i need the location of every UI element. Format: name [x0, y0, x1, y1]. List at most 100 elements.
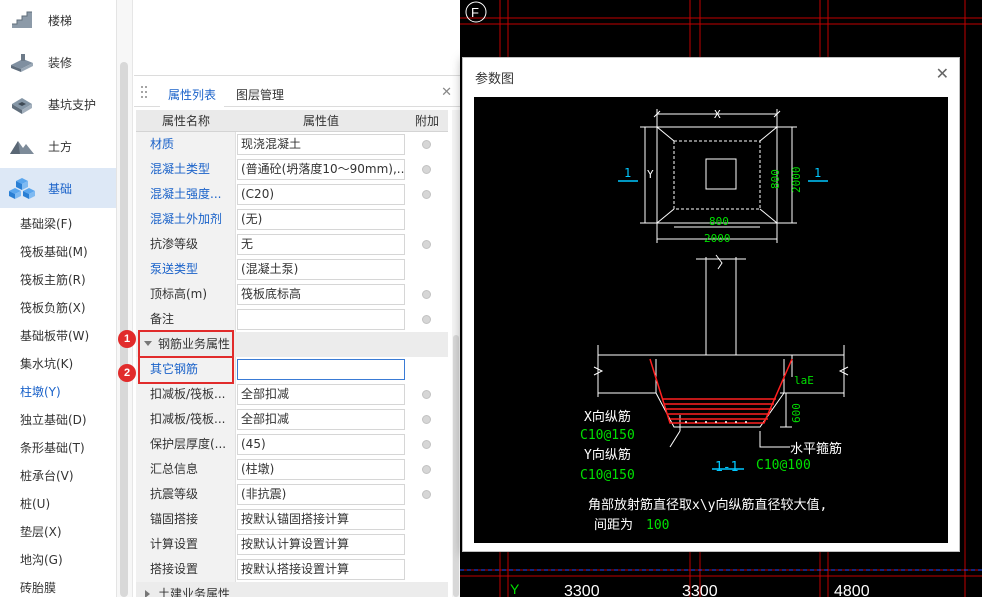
- property-value[interactable]: 筏板底标高: [237, 284, 405, 305]
- property-name: 混凝土强度...: [136, 182, 236, 207]
- nav-item-foundation-beam[interactable]: 基础梁(F): [20, 214, 72, 234]
- extra-toggle-icon[interactable]: [422, 490, 431, 499]
- nav-item-strip-footing[interactable]: 条形基础(T): [20, 438, 85, 458]
- nav-category-foundation[interactable]: 基础: [0, 168, 116, 208]
- extra-toggle-icon[interactable]: [422, 415, 431, 424]
- property-name: 抗渗等级: [136, 232, 236, 257]
- property-name: 泵送类型: [136, 257, 236, 282]
- property-value[interactable]: (混凝土泵): [237, 259, 405, 280]
- property-value[interactable]: (无): [237, 209, 405, 230]
- left-nav-scrollbar[interactable]: [117, 0, 133, 597]
- axis-f-label: F: [471, 5, 479, 20]
- property-name: 搭接设置: [136, 557, 236, 582]
- property-value[interactable]: [237, 359, 405, 380]
- upper-blank-panel: [134, 0, 460, 76]
- dim-2000-vertical: 2000: [790, 167, 803, 194]
- column-header-extra: 附加: [414, 114, 439, 128]
- group-label: 土建业务属性: [158, 587, 231, 597]
- extra-toggle-icon[interactable]: [422, 290, 431, 299]
- parameter-diagram-dialog: 参数图 ✕ X Y 800 2000 800 2000 1 1 laE 600 …: [462, 57, 960, 552]
- nav-category-label: 楼梯: [48, 13, 73, 28]
- dim-800-vertical: 800: [769, 169, 782, 189]
- earthwork-icon: [10, 141, 34, 154]
- property-value[interactable]: 现浇混凝土: [237, 134, 405, 155]
- group-civil-properties[interactable]: 土建业务属性: [136, 582, 448, 597]
- dim-2000-horizontal: 2000: [704, 232, 731, 245]
- nav-item-cushion[interactable]: 垫层(X): [20, 522, 62, 542]
- property-value[interactable]: 全部扣减: [237, 409, 405, 430]
- property-value[interactable]: (C20): [237, 184, 405, 205]
- property-value[interactable]: 全部扣减: [237, 384, 405, 405]
- annotation-badge-1: 1: [118, 330, 136, 348]
- table-row: 汇总信息 (柱墩): [136, 457, 448, 482]
- property-value[interactable]: [237, 309, 405, 330]
- property-value[interactable]: (柱墩): [237, 459, 405, 480]
- extra-toggle-icon[interactable]: [422, 240, 431, 249]
- nav-item-raft-foundation[interactable]: 筏板基础(M): [20, 242, 88, 262]
- property-value[interactable]: (非抗震): [237, 484, 405, 505]
- extra-toggle-icon[interactable]: [422, 190, 431, 199]
- tab-layer-management[interactable]: 图层管理: [228, 83, 292, 107]
- table-header: 属性名称 属性值 附加: [136, 110, 448, 132]
- drag-grip-icon[interactable]: [140, 85, 148, 99]
- property-value[interactable]: 无: [237, 234, 405, 255]
- nav-item-sump-pit[interactable]: 集水坑(K): [20, 354, 73, 374]
- nav-item-pile-cap[interactable]: 桩承台(V): [20, 466, 74, 486]
- x-rebar-label: X向纵筋: [584, 409, 631, 425]
- extra-toggle-icon[interactable]: [422, 465, 431, 474]
- table-row: 锚固搭接 按默认锚固搭接计算: [136, 507, 448, 532]
- nav-item-pile[interactable]: 桩(U): [20, 494, 50, 514]
- nav-item-raft-negative-rebar[interactable]: 筏板负筋(X): [20, 298, 86, 318]
- property-name: 锚固搭接: [136, 507, 236, 532]
- nav-item-raft-main-rebar[interactable]: 筏板主筋(R): [20, 270, 86, 290]
- dim-x-label: X: [714, 108, 721, 121]
- table-row: 扣减板/筏板... 全部扣减: [136, 382, 448, 407]
- nav-item-brick-mold[interactable]: 砖胎膜: [20, 578, 56, 597]
- nav-item-isolated-footing[interactable]: 独立基础(D): [20, 410, 87, 430]
- x-rebar-spec: C10@150: [580, 428, 635, 443]
- nav-category-pit-support[interactable]: 基坑支护: [0, 84, 116, 124]
- table-row: 计算设置 按默认计算设置计算: [136, 532, 448, 557]
- nav-item-column-pier[interactable]: 柱墩(Y): [20, 382, 61, 402]
- close-icon[interactable]: ✕: [936, 64, 949, 83]
- property-name: 抗震等级: [136, 482, 236, 507]
- property-name: 顶标高(m): [136, 282, 236, 307]
- column-header-name: 属性名称: [161, 114, 210, 128]
- section-mark-right: 1: [814, 166, 821, 180]
- y-rebar-label: Y向纵筋: [584, 447, 631, 463]
- property-name: 汇总信息: [136, 457, 236, 482]
- property-name: 扣减板/筏板...: [136, 407, 236, 432]
- table-row: 抗渗等级 无: [136, 232, 448, 257]
- table-row: 备注: [136, 307, 448, 332]
- nav-category-earthwork[interactable]: 土方: [0, 126, 116, 166]
- scrollbar-thumb[interactable]: [453, 335, 459, 597]
- property-name: 备注: [136, 307, 236, 332]
- nav-item-foundation-strip[interactable]: 基础板带(W): [20, 326, 89, 346]
- extra-toggle-icon[interactable]: [422, 440, 431, 449]
- decoration-icon: [11, 54, 33, 72]
- dialog-title: 参数图: [475, 72, 515, 87]
- property-scrollbar[interactable]: [452, 110, 460, 597]
- property-value[interactable]: (普通砼(坍落度10～90mm),...: [237, 159, 405, 180]
- property-name: 混凝土外加剂: [136, 207, 236, 232]
- table-row: 搭接设置 按默认搭接设置计算: [136, 557, 448, 582]
- nav-category-label: 土方: [48, 139, 73, 154]
- property-value[interactable]: 按默认搭接设置计算: [237, 559, 405, 580]
- extra-toggle-icon[interactable]: [422, 315, 431, 324]
- table-row: 混凝土外加剂 (无): [136, 207, 448, 232]
- nav-category-decoration[interactable]: 装修: [0, 42, 116, 82]
- property-value[interactable]: (45): [237, 434, 405, 455]
- extra-toggle-icon[interactable]: [422, 165, 431, 174]
- property-value[interactable]: 按默认计算设置计算: [237, 534, 405, 555]
- highlight-box-rebar-group: [138, 330, 234, 358]
- dim-label: 3300: [682, 583, 718, 597]
- dim-600-label: 600: [790, 403, 803, 423]
- nav-category-stair[interactable]: 楼梯: [0, 0, 116, 40]
- property-value[interactable]: 按默认锚固搭接计算: [237, 509, 405, 530]
- nav-item-trench[interactable]: 地沟(G): [20, 550, 63, 570]
- extra-toggle-icon[interactable]: [422, 390, 431, 399]
- close-icon[interactable]: ✕: [441, 85, 452, 100]
- tab-property-list[interactable]: 属性列表: [160, 83, 225, 107]
- stirrup-spec: C10@100: [756, 458, 811, 473]
- extra-toggle-icon[interactable]: [422, 140, 431, 149]
